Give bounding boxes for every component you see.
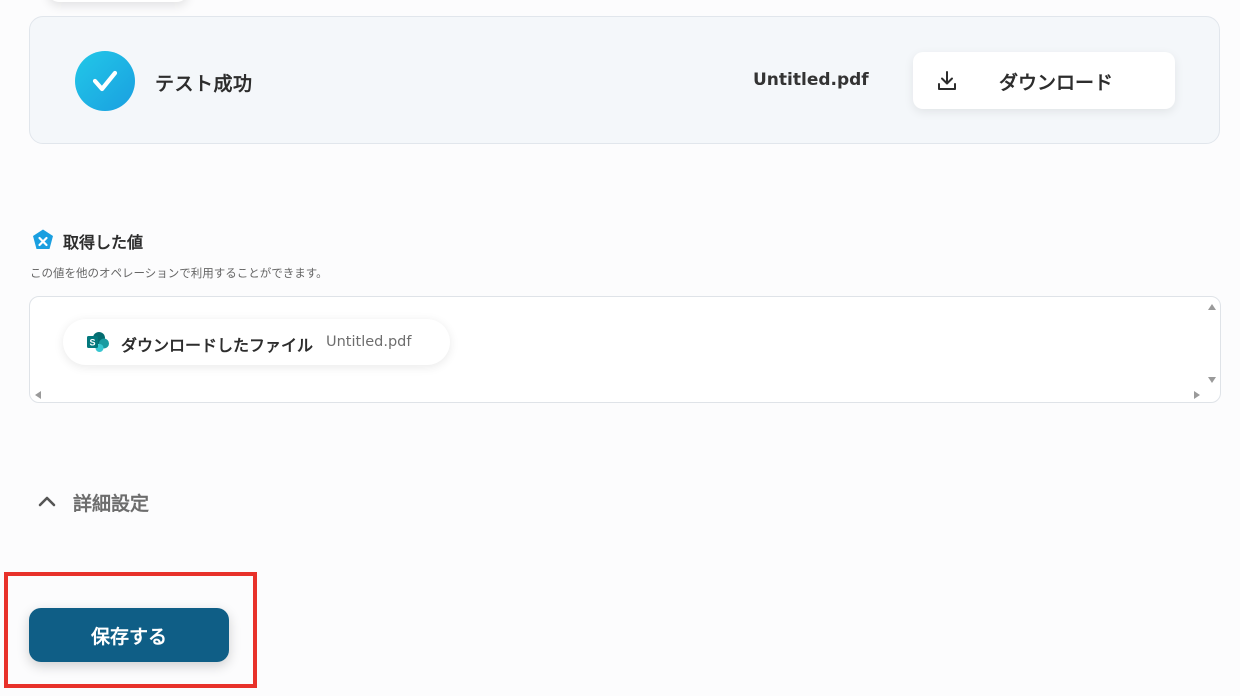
scroll-down-arrow[interactable]: [1208, 377, 1216, 383]
svg-text:S: S: [89, 338, 95, 348]
success-check-icon: [75, 51, 135, 111]
scroll-left-arrow[interactable]: [35, 391, 41, 399]
retrieved-values-title: 取得した値: [63, 233, 144, 252]
retrieved-values-description: この値を他のオペレーションで利用することができます。: [30, 266, 328, 280]
retrieved-values-box[interactable]: S ダウンロードしたファイル Untitled.pdf: [29, 296, 1221, 403]
download-button-label: ダウンロード: [999, 72, 1114, 94]
variable-icon: [33, 229, 53, 249]
download-button[interactable]: ダウンロード: [913, 52, 1175, 109]
scroll-up-arrow[interactable]: [1208, 304, 1216, 310]
value-chip-value: Untitled.pdf: [326, 334, 412, 350]
save-button[interactable]: 保存する: [29, 608, 229, 662]
result-filename: Untitled.pdf: [753, 70, 869, 90]
scroll-right-arrow[interactable]: [1194, 391, 1200, 399]
test-status-label: テスト成功: [155, 73, 253, 95]
chevron-up-icon: [38, 496, 56, 507]
advanced-settings-toggle[interactable]: 詳細設定: [36, 486, 196, 516]
previous-panel-edge: [48, 0, 188, 2]
value-chip-label: ダウンロードしたファイル: [121, 336, 314, 355]
advanced-settings-label: 詳細設定: [73, 493, 150, 515]
sharepoint-icon: S: [87, 332, 109, 352]
test-result-card: テスト成功 Untitled.pdf ダウンロード: [29, 16, 1220, 144]
value-chip-downloaded-file[interactable]: S ダウンロードしたファイル Untitled.pdf: [63, 319, 450, 365]
download-icon: [938, 71, 956, 90]
